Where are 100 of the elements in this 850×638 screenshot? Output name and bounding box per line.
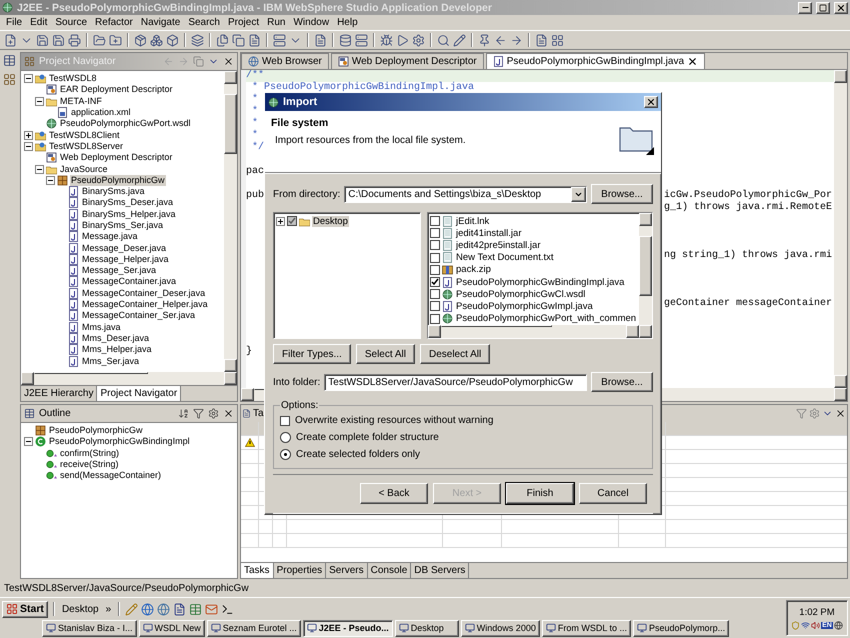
server-icon[interactable] <box>273 34 286 46</box>
checkbox[interactable] <box>430 314 440 324</box>
list-item[interactable]: PseudoPolymorphicGwPort_with_commen <box>455 313 638 324</box>
taskbar-button[interactable]: PseudoPolymorp... <box>633 620 730 636</box>
tree-item[interactable]: PseudoPolymorphicGwBindingImpl <box>48 436 191 448</box>
menu-item[interactable]: Window <box>289 17 334 28</box>
tree-item[interactable]: BinarySms_Ser.java <box>81 220 164 231</box>
selection-button[interactable]: Deselect All <box>420 344 490 364</box>
new-folder-icon[interactable] <box>109 34 122 46</box>
settings-icon[interactable] <box>208 408 219 419</box>
tree-item[interactable]: Message.java <box>81 231 139 242</box>
collapse-toggle-icon[interactable] <box>24 74 33 84</box>
save-icon[interactable] <box>36 34 49 46</box>
menu-item[interactable]: Search <box>184 17 224 28</box>
tree-item[interactable]: MessageContainer_Helper.java <box>81 299 209 310</box>
selection-button[interactable]: Filter Types... <box>273 344 351 364</box>
taskbar-button[interactable]: From WSDL to ... <box>542 620 632 636</box>
grid-icon[interactable] <box>551 34 564 46</box>
start-button[interactable]: Start <box>2 600 48 618</box>
menu-item[interactable]: Run <box>263 17 290 28</box>
document-icon[interactable] <box>314 34 327 46</box>
list-item[interactable]: jedit41install.jar <box>455 228 522 239</box>
terminal-icon[interactable] <box>221 602 234 616</box>
tree-item[interactable]: MessageContainer.java <box>81 276 178 288</box>
wizard-button[interactable]: Finish <box>506 483 574 504</box>
taskbar-button[interactable]: Desktop <box>394 620 459 636</box>
option-radio[interactable]: Create complete folder structure <box>280 430 646 445</box>
tree-item[interactable]: TestWSDL8 <box>48 73 98 84</box>
folder-input-field[interactable]: TestWSDL8Server/JavaSource/PseudoPolymorphicGw <box>324 374 587 390</box>
browse-button[interactable]: Browse... <box>591 372 653 392</box>
tree-item[interactable]: JavaSource <box>59 164 109 175</box>
tree-item[interactable]: TestWSDL8Server <box>48 140 124 152</box>
tree-item[interactable]: Mms_Helper.java <box>81 344 153 356</box>
horizontal-scrollbar[interactable] <box>428 325 639 338</box>
tree-item[interactable]: Message_Helper.java <box>81 254 170 265</box>
layout-icon[interactable] <box>3 54 16 67</box>
chevron-button[interactable]: » <box>104 604 114 614</box>
taskbar-button[interactable]: Windows 2000 <box>460 620 540 636</box>
wizard-button[interactable]: < Back <box>360 483 428 504</box>
settings-icon[interactable] <box>412 34 425 46</box>
checkbox[interactable] <box>430 277 440 288</box>
checkbox[interactable] <box>430 240 440 250</box>
collapse-toggle-icon[interactable] <box>46 176 55 185</box>
close-icon[interactable] <box>223 56 234 67</box>
tree-item[interactable]: receive(String) <box>59 459 120 470</box>
collapse-toggle-icon[interactable] <box>35 164 44 174</box>
editor-tab[interactable]: Web Browser <box>241 53 329 69</box>
globe-icon[interactable] <box>157 602 170 616</box>
open-folder-icon[interactable] <box>93 34 106 46</box>
collapse-toggle-icon[interactable] <box>35 96 44 106</box>
list-item[interactable]: New Text Document.txt <box>455 252 555 264</box>
vertical-scrollbar[interactable] <box>639 213 652 338</box>
list-item[interactable]: jedit42pre5install.jar <box>455 240 542 251</box>
server-icon[interactable] <box>355 34 368 46</box>
menu-item[interactable]: Source <box>51 17 92 28</box>
taskbar-button[interactable]: Seznam Eurotel ... <box>206 620 301 636</box>
boxes-icon[interactable] <box>150 34 163 46</box>
pencil-icon[interactable] <box>453 34 466 46</box>
checkbox[interactable] <box>287 216 297 226</box>
list-item[interactable]: pack.zip <box>455 264 492 276</box>
database-icon[interactable] <box>339 34 352 46</box>
horizontal-scrollbar[interactable] <box>21 372 237 385</box>
outline-icon[interactable] <box>24 408 35 419</box>
checkbox[interactable] <box>430 264 440 275</box>
globe-icon[interactable] <box>141 602 154 616</box>
layers-icon[interactable] <box>191 34 204 46</box>
tree-item[interactable]: application.xml <box>70 107 132 118</box>
tree-item[interactable]: META-INF <box>59 96 103 107</box>
tree-item[interactable]: Desktop <box>312 216 349 227</box>
network-icon[interactable] <box>801 620 810 630</box>
vertical-scrollbar[interactable] <box>224 71 237 372</box>
box-icon[interactable] <box>166 34 179 46</box>
tree-item[interactable]: EAR Deployment Descriptor <box>59 84 174 96</box>
pin-icon[interactable] <box>478 34 491 46</box>
checkbox[interactable] <box>430 228 440 238</box>
search-icon[interactable] <box>437 34 450 46</box>
save-icon[interactable] <box>52 34 65 46</box>
menu-item[interactable]: Navigate <box>136 17 184 28</box>
package-icon[interactable] <box>134 34 147 46</box>
collapse-toggle-icon[interactable] <box>24 142 33 151</box>
table-icon[interactable] <box>189 602 202 616</box>
filter-icon[interactable] <box>193 408 204 419</box>
menu-item[interactable]: Project <box>224 17 264 28</box>
list-item[interactable]: PseudoPolymorphicGwBindingImpl.java <box>455 276 626 288</box>
tree-item[interactable]: TestWSDL8Client <box>48 130 121 141</box>
copy-icon[interactable] <box>232 34 245 46</box>
vertical-scrollbar[interactable] <box>834 70 847 388</box>
tree-item[interactable]: BinarySms_Deser.java <box>81 197 174 208</box>
taskbar-button[interactable]: J2EE - Pseudo... <box>302 620 393 636</box>
option-checkbox[interactable]: Overwrite existing resources without warning <box>280 413 646 428</box>
expand-toggle-icon[interactable] <box>276 216 285 226</box>
taskbar-button[interactable]: Stanislav Biza - I... <box>42 620 137 636</box>
speaker-icon[interactable] <box>811 620 820 630</box>
editor-tab[interactable]: Web Deployment Descriptor <box>330 53 484 69</box>
checkbox[interactable] <box>430 216 440 226</box>
tree-item[interactable]: Mms_Deser.java <box>81 332 150 344</box>
back-arrow-icon[interactable] <box>494 34 507 46</box>
tree-item[interactable]: PseudoPolymorphicGw <box>70 174 166 186</box>
files-icon[interactable] <box>216 34 229 46</box>
collapse-toggle-icon[interactable] <box>24 437 33 446</box>
